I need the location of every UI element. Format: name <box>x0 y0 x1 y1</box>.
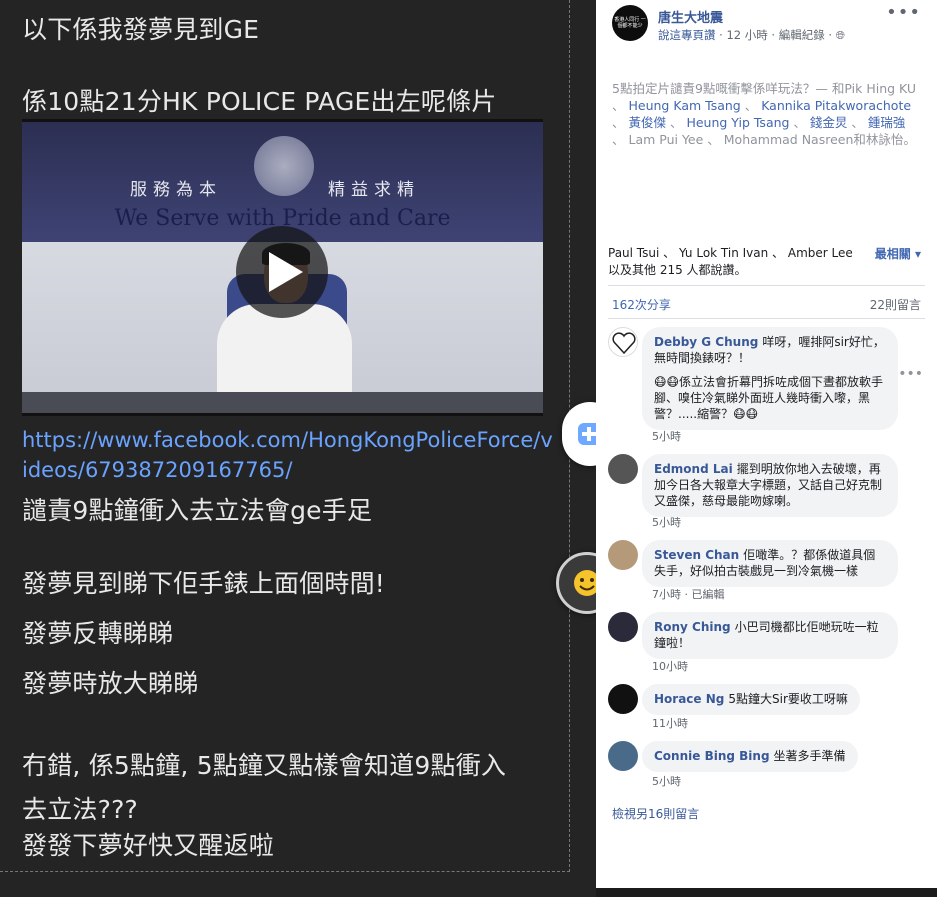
comment-bubble: Connie Bing Bing 坐著多手準備 <box>642 741 858 772</box>
post-image[interactable]: 以下係我發夢見到GE 係10點21分HK POLICE PAGE出左呢條片 服務… <box>0 0 596 897</box>
post-meta: 說這專頁讚 · 12 小時 · 編輯紀錄 · 🌐︎ <box>658 28 845 42</box>
heart-avatar-icon <box>612 332 636 355</box>
video-thumbnail[interactable]: 服務為本 精益求精 We Serve with Pride and Care <box>22 119 543 416</box>
tagged-user[interactable]: 錢金炅 <box>810 115 848 130</box>
image-text-line-5: 發夢反轉睇睇 <box>22 619 174 648</box>
tagged-user[interactable]: Heung Kam Tsang <box>629 98 741 113</box>
play-icon <box>269 252 303 292</box>
page-avatar[interactable]: 香港人同行 一個都不能少 <box>612 5 648 41</box>
play-button[interactable] <box>236 226 328 318</box>
commenter-avatar[interactable] <box>608 327 638 357</box>
commenter-avatar[interactable] <box>608 454 638 484</box>
comment-text: 坐著多手準備 <box>773 749 846 763</box>
reactor-others[interactable]: 以及其他 215 人都說讚。 <box>608 262 928 279</box>
view-more-comments-link[interactable]: 檢視另16則留言 <box>612 805 699 822</box>
commenter-avatar[interactable] <box>608 540 638 570</box>
image-text-line-2: 係10點21分HK POLICE PAGE出左呢條片 <box>22 87 497 116</box>
tagged-user[interactable]: 鍾瑞強 <box>868 115 906 130</box>
image-text-line-3: 譴責9點鐘衝入去立法會ge手足 <box>22 496 373 525</box>
image-text-line-9: 發發下夢好快又醒返啦 <box>22 831 275 860</box>
video-desk <box>22 392 543 413</box>
police-crest-icon <box>254 136 314 196</box>
comment-bubble: Steven Chan 佢噉準。？都係做道具個失手，好似拍古裝戲見一到冷氣機一樣 <box>642 540 898 587</box>
video-link-line-2[interactable]: ideos/679387209167765/ <box>22 458 292 482</box>
image-text-line-1: 以下係我發夢見到GE <box>22 15 260 44</box>
page-name-link[interactable]: 唐生大地震 <box>658 7 723 26</box>
post-sidebar: 香港人同行 一個都不能少 唐生大地震 說這專頁讚 · 12 小時 · 編輯紀錄 … <box>596 0 937 888</box>
edit-history-link[interactable]: 編輯紀錄 <box>779 28 825 42</box>
tagged-user[interactable]: 黃俊傑 <box>628 115 666 130</box>
tagged-user[interactable]: Mohammad Nasreen <box>724 132 854 147</box>
comment-author[interactable]: Horace Ng <box>654 692 724 706</box>
image-text-line-8: 去立法??? <box>22 795 139 824</box>
comment-options-icon[interactable]: ••• <box>898 366 923 382</box>
comment-time[interactable]: 11小時 <box>652 715 688 731</box>
image-text-line-6: 發夢時放大睇睇 <box>22 669 199 698</box>
comment-count[interactable]: 22則留言 <box>870 296 921 313</box>
post-caption: 5點拍定片譴責9點嘅衝擊係咩玩法？— 和Pik Hing KU 、 Heung … <box>612 81 917 147</box>
comment-author[interactable]: Rony Ching <box>654 620 731 634</box>
screen: 以下係我發夢見到GE 係10點21分HK POLICE PAGE出左呢條片 服務… <box>0 0 937 897</box>
comment-text: 5點鐘大Sir要收工呀嘛 <box>728 692 848 706</box>
comment-author[interactable]: Edmond Lai <box>654 462 733 476</box>
commenter-avatar[interactable] <box>608 741 638 771</box>
comment-time[interactable]: 5小時 <box>652 773 681 789</box>
panel-bottom-edge <box>596 888 937 897</box>
tagged-user[interactable]: Kannika Pitakworachote <box>761 98 911 113</box>
video-link-line-1[interactable]: https://www.facebook.com/HongKongPoliceF… <box>22 428 553 452</box>
video-motto-right: 精益求精 <box>328 180 420 200</box>
sort-label: 最相關 <box>874 247 911 261</box>
tagged-user[interactable]: Lam Pui Yee <box>628 132 703 147</box>
caption-tail: 和林詠怡。 <box>853 132 916 147</box>
post-timestamp[interactable]: 12 小時 <box>726 28 767 42</box>
comment-author[interactable]: Connie Bing Bing <box>654 749 770 763</box>
more-options-icon[interactable]: ••• <box>886 2 921 23</box>
comment-bubble: Edmond Lai 擺到明放你地入去破壞，再加今日各大報章大字標題，又話自己好克… <box>642 454 898 517</box>
comment-time[interactable]: 7小時 · 已編輯 <box>652 586 725 602</box>
comment-bubble: Horace Ng 5點鐘大Sir要收工呀嘛 <box>642 684 860 715</box>
video-motto-left: 服務為本 <box>130 180 222 200</box>
comment-time[interactable]: 10小時 <box>652 658 688 674</box>
sort-dropdown[interactable]: 最相關 ▾ <box>875 245 921 262</box>
commenter-avatar[interactable] <box>608 612 638 642</box>
meta-liked-by[interactable]: 說這專頁讚 <box>658 28 716 42</box>
comment-author[interactable]: Debby G Chung <box>654 335 758 349</box>
commenter-avatar[interactable] <box>608 684 638 714</box>
caret-down-icon: ▾ <box>914 247 921 261</box>
tagged-user[interactable]: Heung Yip Tsang <box>686 115 789 130</box>
globe-icon: 🌐︎ <box>835 28 845 42</box>
divider <box>608 318 925 319</box>
comment-time[interactable]: 5小時 <box>652 514 681 530</box>
comment-author[interactable]: Steven Chan <box>654 548 739 562</box>
comment-time[interactable]: 5小時 <box>652 428 681 444</box>
image-text-line-4: 發夢見到睇下佢手錶上面個時間! <box>22 569 386 598</box>
comment-bubble: Rony Ching 小巴司機都比佢哋玩咗一粒鐘啦！ <box>642 612 898 659</box>
comment-text-continued: 😷😷係立法會折幕門拆咗成個下晝都放軟手腳、嗅住冷氣睇外面班人幾時衝入嚟，黑警？.… <box>654 375 884 421</box>
share-count[interactable]: 162次分享 <box>612 296 671 313</box>
divider <box>608 285 925 286</box>
image-text-line-7: 冇錯, 係5點鐘, 5點鐘又點樣會知道9點衝入 <box>22 751 507 780</box>
comment-bubble: Debby G Chung 咩呀，喱排阿sir好忙，無時間換錶呀？！ 😷😷係立法會… <box>642 327 898 430</box>
